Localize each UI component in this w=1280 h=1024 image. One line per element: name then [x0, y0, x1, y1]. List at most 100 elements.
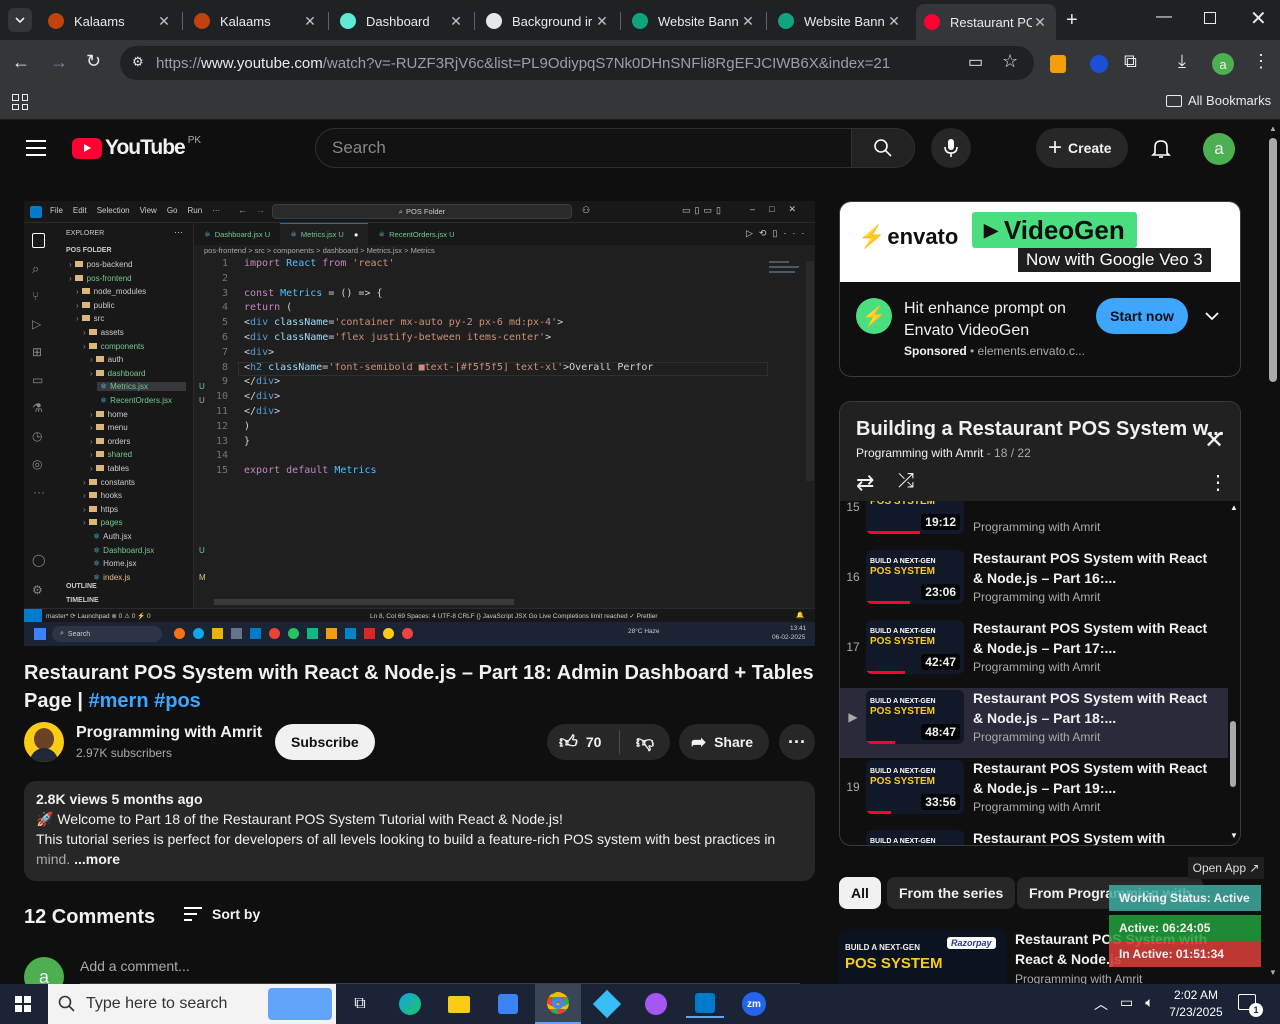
browser-tab[interactable]: Kalaams ✕ [40, 6, 180, 36]
chrome-menu-icon[interactable]: ⋮ [1252, 51, 1270, 72]
edge-icon[interactable] [391, 990, 429, 1018]
back-arrow-icon[interactable]: ← [12, 52, 30, 73]
cast-icon[interactable]: ▭ [968, 52, 983, 72]
playlist-channel[interactable]: Programming with Amrit [856, 446, 983, 460]
reload-icon[interactable]: ↻ [86, 51, 101, 72]
vscode-taskbar-icon[interactable] [686, 990, 724, 1018]
more-link[interactable]: ...more [74, 851, 120, 867]
apps-grid-icon[interactable] [12, 94, 28, 110]
file-explorer-icon[interactable] [440, 990, 478, 1018]
add-comment-input[interactable]: Add a comment... [80, 958, 800, 984]
bookmark-star-icon[interactable]: ☆ [1002, 51, 1018, 72]
profile-avatar[interactable]: a [1212, 53, 1234, 75]
site-info-icon[interactable]: ⚙ [132, 54, 144, 70]
all-bookmarks-button[interactable]: All Bookmarks [1166, 93, 1271, 108]
download-icon[interactable]: ⤓ [1178, 51, 1186, 72]
playlist-item[interactable]: 16 BUILD A NEXT-GEN POS SYSTEM 23:06 Restaur… [840, 548, 1228, 618]
like-button[interactable]: 👍︎ 70 [547, 731, 619, 753]
subscribe-button[interactable]: Subscribe [275, 724, 375, 760]
tab-close-icon[interactable]: ✕ [448, 13, 464, 30]
notifications-bell-icon[interactable] [1150, 137, 1172, 164]
minimize-button[interactable]: — [1156, 8, 1172, 26]
related-video-thumbnail[interactable]: BUILD A NEXT-GEN POS SYSTEM Razorpay [839, 929, 1007, 984]
hamburger-menu-icon[interactable] [26, 140, 46, 156]
zoom-icon[interactable]: zm [735, 990, 773, 1018]
playlist-item[interactable]: 17 BUILD A NEXT-GEN POS SYSTEM 42:47 Restaur… [840, 618, 1228, 688]
playlist-item[interactable]: BUILD A NEXT-GENPOS SYSTEM Restaurant POS… [840, 828, 1228, 845]
close-window-button[interactable]: ✕ [1250, 6, 1267, 31]
tab-close-icon[interactable]: ✕ [886, 13, 902, 30]
sort-by-button[interactable]: Sort by [184, 906, 260, 922]
more-actions-button[interactable]: ··· [779, 724, 815, 760]
shuffle-icon[interactable]: ⤮ [898, 470, 914, 493]
page-scrollbar-track[interactable]: ▲ ▼ [1266, 122, 1280, 984]
scroll-up-arrow-icon[interactable]: ▲ [1230, 503, 1238, 512]
restore-button[interactable] [1204, 12, 1216, 24]
playlist-item[interactable]: 15BUILD A NEXT-GENPOS SYSTEM19:12React &… [840, 501, 1228, 548]
browser-tab[interactable]: Website Bann ✕ [770, 6, 910, 36]
description-box[interactable]: 2.8K views 5 months ago 🚀 Welcome to Par… [24, 781, 815, 881]
network-icon[interactable]: ▭ [1120, 994, 1133, 1014]
tab-close-icon[interactable]: ✕ [594, 13, 610, 30]
loop-icon[interactable]: ⇄ [856, 470, 874, 496]
vpn-app-icon[interactable] [588, 989, 626, 1019]
tab-search-button[interactable] [8, 8, 32, 32]
browser-tab[interactable]: Kalaams ✕ [186, 6, 326, 36]
tray-chevron-up-icon[interactable]: ︿ [1094, 994, 1108, 1014]
voice-search-button[interactable] [931, 128, 971, 168]
search-button[interactable] [851, 128, 915, 168]
task-view-icon[interactable]: ⧉ [341, 990, 379, 1018]
browser-tab[interactable]: Background ir ✕ [478, 6, 618, 36]
page-scroll-thumb[interactable] [1269, 138, 1277, 382]
account-avatar[interactable]: a [1203, 133, 1235, 165]
chrome-icon[interactable] [535, 984, 581, 1024]
playlist-item[interactable]: ▶ BUILD A NEXT-GEN POS SYSTEM 48:47 Restaura… [840, 688, 1228, 758]
create-button[interactable]: + Create [1036, 128, 1128, 168]
forward-arrow-icon[interactable]: → [50, 52, 68, 73]
browser-tab[interactable]: Restaurant PC ✕ [916, 4, 1056, 40]
tab-close-icon[interactable]: ✕ [302, 13, 318, 30]
extension-icon-1[interactable] [1050, 55, 1066, 73]
scroll-down-arrow-icon[interactable]: ▼ [1230, 831, 1238, 840]
extension-icon-2[interactable] [1090, 55, 1108, 73]
page-scroll-down-icon[interactable]: ▼ [1269, 968, 1277, 977]
youtube-logo[interactable]: YouTube PK [72, 135, 201, 160]
tab-close-icon[interactable]: ✕ [740, 13, 756, 30]
new-tab-button[interactable]: + [1066, 9, 1078, 32]
microsoft-store-icon[interactable] [489, 990, 527, 1018]
playlist-more-icon[interactable]: ⋮ [1208, 470, 1228, 495]
ad-banner[interactable]: ⚡ envato ▶ VideoGen Now with Google Veo 3 [840, 202, 1240, 282]
browser-tab[interactable]: Website Bann ✕ [624, 6, 764, 36]
chip-from-series[interactable]: From the series [887, 877, 1016, 909]
start-button[interactable] [4, 990, 42, 1018]
page-scroll-up-icon[interactable]: ▲ [1269, 124, 1277, 133]
ad-expand-chevron-icon[interactable] [1204, 308, 1220, 329]
tab-close-icon[interactable]: ✕ [1032, 14, 1048, 31]
dislike-button[interactable]: 👎︎ [620, 731, 670, 753]
playlist-close-icon[interactable]: ✕ [1204, 426, 1224, 455]
share-button[interactable]: ➦ Share [679, 724, 770, 760]
playlist-scrollbar[interactable]: ▲ ▼ [1228, 501, 1240, 845]
video-hashtags[interactable]: #mern #pos [89, 690, 201, 712]
volume-icon[interactable]: 🔈︎ [1145, 994, 1153, 1014]
sponsored-ad-card[interactable]: ⚡ envato ▶ VideoGen Now with Google Veo 3 … [839, 201, 1241, 377]
video-player[interactable]: File Edit Selection View Go Run ··· ← → ⌕ POS F… [24, 201, 815, 646]
notification-center-icon[interactable]: 1 [1238, 994, 1263, 1017]
playlist-title[interactable]: Building a Restaurant POS System w... [856, 418, 1224, 441]
address-bar[interactable]: ⚙ https://www.youtube.com/watch?v=-RUZF3… [120, 46, 1034, 80]
extensions-puzzle-icon[interactable]: ⧉ [1124, 51, 1137, 72]
browser-tab[interactable]: Dashboard ✕ [332, 6, 472, 36]
open-app-button[interactable]: Open App ↗ [1188, 857, 1264, 879]
taskbar-clock[interactable]: 2:02 AM 7/23/2025 [1168, 987, 1224, 1021]
search-input[interactable]: Search [315, 128, 853, 168]
taskbar-search-box[interactable]: Type here to search [48, 984, 336, 1024]
playlist-item[interactable]: 19 BUILD A NEXT-GEN POS SYSTEM 33:56 Restaur… [840, 758, 1228, 828]
channel-name[interactable]: Programming with Amrit [76, 724, 262, 742]
tab-close-icon[interactable]: ✕ [156, 13, 172, 30]
channel-avatar[interactable] [24, 722, 64, 762]
ad-cta-button[interactable]: Start now [1096, 298, 1188, 334]
chip-all[interactable]: All [839, 877, 881, 909]
ad-logo[interactable]: ⚡ [856, 298, 892, 334]
github-desktop-icon[interactable] [637, 990, 675, 1018]
scroll-thumb[interactable] [1230, 721, 1236, 787]
